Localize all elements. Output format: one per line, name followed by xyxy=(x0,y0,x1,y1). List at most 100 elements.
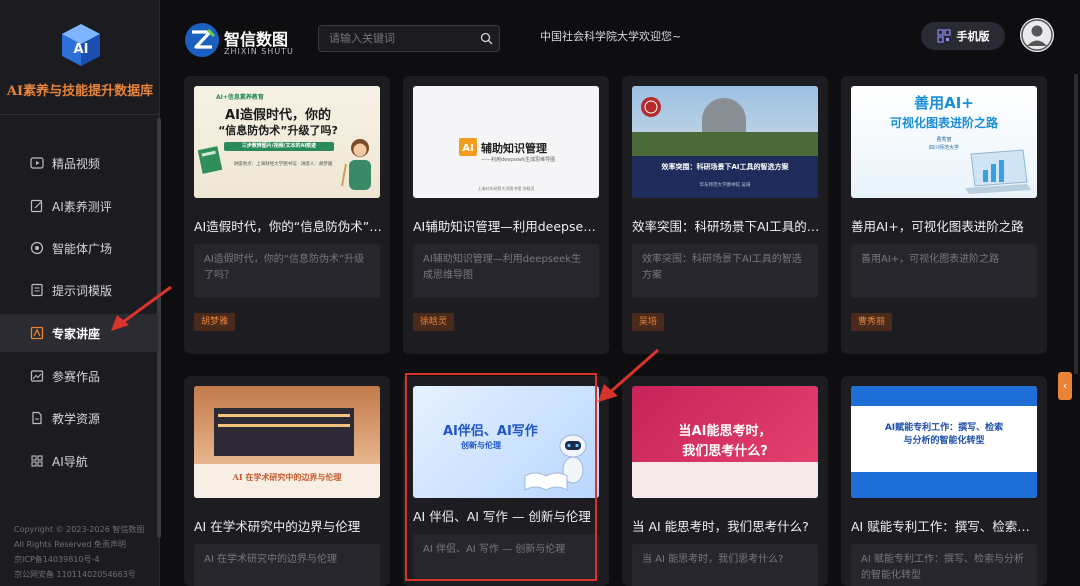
thumb-meta: 讲座地点：上海财经大学图书馆 · 讲座人：胡梦雅 xyxy=(233,162,333,167)
author-tag[interactable]: 曹秀丽 xyxy=(851,313,893,331)
thumb-line2: “信息防伪术”升级了吗? xyxy=(218,124,338,137)
video-icon xyxy=(30,156,44,170)
sidebar-item-videos[interactable]: 精品视频 xyxy=(0,144,158,182)
sidebar-item-assessment[interactable]: AI素养测评 xyxy=(0,187,158,225)
thumb-line1: 善用AI+ xyxy=(914,94,974,112)
sidebar-item-agents[interactable]: 智能体广场 xyxy=(0,229,158,267)
brand-title: AI素养与技能提升数据库 xyxy=(6,84,154,99)
sidebar-item-label: 精品视频 xyxy=(52,156,101,171)
user-avatar-icon xyxy=(1020,18,1054,52)
card-title[interactable]: AI 赋能专利工作：撰写、检索与分析的智能化转型 xyxy=(851,516,1039,535)
rights-text: All Rights Reserved 免责声明 xyxy=(14,540,127,549)
thumb-meta: 上海对外经贸大学图书馆 徐晗灵 xyxy=(477,186,535,191)
thumb-line2: 我们思考什么? xyxy=(682,444,768,459)
collapse-tab-button[interactable]: ‹ xyxy=(1058,372,1072,400)
thumb-line2: ——利用deepseek生成思维导图 xyxy=(481,157,556,163)
thumb-meta1: 曹秀丽 xyxy=(936,137,952,143)
police-record-link[interactable]: 京公网安备 11011402054663号 xyxy=(14,567,154,582)
image-icon xyxy=(30,369,44,383)
card-thumbnail[interactable]: AI+信息素养教育 AI造假时代，你的 “信息防伪术”升级了吗? 三步教辨图片/… xyxy=(194,86,380,198)
thumb-line1: AI赋能专利工作：撰写、检索 xyxy=(884,423,1004,433)
lecture-card[interactable]: AI赋能专利工作：撰写、检索 与分析的智能化转型 AI 赋能专利工作：撰写、检索… xyxy=(841,376,1047,586)
svg-text:AI: AI xyxy=(462,143,473,154)
lecture-card[interactable]: 当AI能思考时， 我们思考什么? 当 AI 能思考时，我们思考什么? 当 AI … xyxy=(622,376,828,586)
card-title[interactable]: AI辅助知识管理—利用deepseek生成思维导图 xyxy=(413,216,601,235)
thumb-meta: 华东师范大学图书馆 吴培 xyxy=(699,183,751,188)
thumb-line1: 效率突围：科研场景下AI工具的智选方案 xyxy=(661,163,789,171)
edit-icon xyxy=(30,199,44,213)
author-tag[interactable]: 吴培 xyxy=(632,313,665,331)
document-icon xyxy=(30,283,44,297)
lecture-card[interactable]: AI 在学术研究中的边界与伦理 AI 在学术研究中的边界与伦理 AI 在学术研究… xyxy=(184,376,390,586)
lecture-card[interactable]: AI 辅助知识管理 ——利用deepseek生成思维导图 上海对外经贸大学图书馆… xyxy=(403,76,609,354)
sidebar-item-label: 智能体广场 xyxy=(52,241,113,256)
sidebar-item-label: 参赛作品 xyxy=(52,369,101,384)
lecture-card[interactable]: 善用AI+ 可视化图表进阶之路 曹秀丽 四川师范大学 善用AI+，可视化图表进阶… xyxy=(841,76,1047,354)
card-thumbnail[interactable]: 效率突围：科研场景下AI工具的智选方案 华东师范大学图书馆 吴培 xyxy=(632,86,818,198)
welcome-text: 中国社会科学院大学欢迎您~ xyxy=(540,30,682,43)
sidebar-item-ai-nav[interactable]: AI导航 xyxy=(0,442,158,480)
window-lights xyxy=(218,414,350,417)
sidebar-footer: Copyright © 2023-2026 智信数图 All Rights Re… xyxy=(14,522,154,582)
card-thumbnail[interactable]: 善用AI+ 可视化图表进阶之路 曹秀丽 四川师范大学 xyxy=(851,86,1037,198)
card-description: AI辅助知识管理—利用deepseek生成思维导图 xyxy=(413,244,599,298)
thumb-line1: AI 在学术研究中的边界与伦理 xyxy=(232,472,342,482)
chevron-left-icon: ‹ xyxy=(1063,380,1067,392)
card-title[interactable]: 当 AI 能思考时，我们思考什么? xyxy=(632,516,820,535)
avatar[interactable] xyxy=(1020,18,1054,52)
book-illustration-icon xyxy=(198,146,223,174)
icp-link[interactable]: 京ICP备14039810号-4 xyxy=(14,552,154,567)
card-thumbnail[interactable]: AI 辅助知识管理 ——利用deepseek生成思维导图 上海对外经贸大学图书馆… xyxy=(413,86,599,198)
file-icon xyxy=(30,411,44,425)
bottom-band xyxy=(632,462,818,498)
card-title[interactable]: AI造假时代，你的“信息防伪术”升级了吗？ xyxy=(194,216,382,235)
card-description: AI造假时代，你的“信息防伪术”升级了吗？ xyxy=(194,244,380,298)
bottom-band xyxy=(851,472,1037,498)
mobile-version-button[interactable]: 手机版 xyxy=(921,22,1005,50)
mobile-version-label: 手机版 xyxy=(956,30,990,43)
window-lights xyxy=(218,424,350,427)
svg-text:AI: AI xyxy=(74,42,89,57)
card-description: AI 在学术研究中的边界与伦理 xyxy=(194,544,380,586)
page-scrollbar[interactable] xyxy=(1074,74,1078,374)
sidebar-item-works[interactable]: 参赛作品 xyxy=(0,357,158,395)
sidebar-item-label: 教学资源 xyxy=(52,411,101,426)
card-description: 效率突围：科研场景下AI工具的智选方案 xyxy=(632,244,818,298)
laptop-chart-illustration-icon xyxy=(965,149,1031,194)
lecture-card[interactable]: AI+信息素养教育 AI造假时代，你的 “信息防伪术”升级了吗? 三步教辨图片/… xyxy=(184,76,390,354)
card-thumbnail[interactable]: AI赋能专利工作：撰写、检索 与分析的智能化转型 xyxy=(851,386,1037,498)
sidebar-item-label: 提示词模版 xyxy=(52,283,113,298)
search-input[interactable] xyxy=(318,25,500,52)
thumb-line1: 当AI能思考时， xyxy=(678,424,772,439)
qr-code-icon xyxy=(936,29,951,43)
thumb-line1: 辅助知识管理 xyxy=(481,142,547,155)
card-title[interactable]: 效率突围：科研场景下AI工具的智选方案 xyxy=(632,216,820,235)
sidebar-item-resources[interactable]: 教学资源 xyxy=(0,399,158,437)
author-tag[interactable]: 胡梦雅 xyxy=(194,313,236,331)
author-tag[interactable]: 徐晗灵 xyxy=(413,313,455,331)
arrow-annotation-icon xyxy=(598,348,659,402)
agent-icon xyxy=(30,241,44,255)
card-description: 善用AI+，可视化图表进阶之路 xyxy=(851,244,1037,298)
sidebar-item-label: 专家讲座 xyxy=(52,326,101,341)
top-band xyxy=(851,386,1037,406)
highlight-box xyxy=(405,373,597,581)
card-description: AI 赋能专利工作：撰写、检索与分析的智能化转型 xyxy=(851,544,1037,586)
thumb-line2: 与分析的智能化转型 xyxy=(903,436,985,446)
lecture-card[interactable]: 效率突围：科研场景下AI工具的智选方案 华东师范大学图书馆 吴培 效率突围：科研… xyxy=(622,76,828,354)
ai-badge-icon: AI xyxy=(459,138,477,156)
sidebar-item-label: AI导航 xyxy=(52,454,88,469)
grid-icon xyxy=(30,454,44,468)
thumb-line1: AI造假时代，你的 xyxy=(225,108,331,123)
search-icon[interactable] xyxy=(480,32,493,45)
arrow-annotation-icon xyxy=(111,285,172,331)
thumb-badge: AI+信息素养教育 xyxy=(216,94,264,101)
logo-subtitle: ZHIXIN SHUTU xyxy=(224,47,294,56)
sidebar-item-label: AI素养测评 xyxy=(52,199,112,214)
card-title[interactable]: 善用AI+，可视化图表进阶之路 xyxy=(851,216,1039,235)
thumb-sub: 三步教辨图片/视频/文本的AI痕迹 xyxy=(224,142,334,151)
copyright-text: Copyright © 2023-2026 智信数图 xyxy=(14,525,145,534)
university-seal-icon xyxy=(641,97,661,117)
card-thumbnail[interactable]: AI 在学术研究中的边界与伦理 xyxy=(194,386,380,498)
card-title[interactable]: AI 在学术研究中的边界与伦理 xyxy=(194,516,382,535)
